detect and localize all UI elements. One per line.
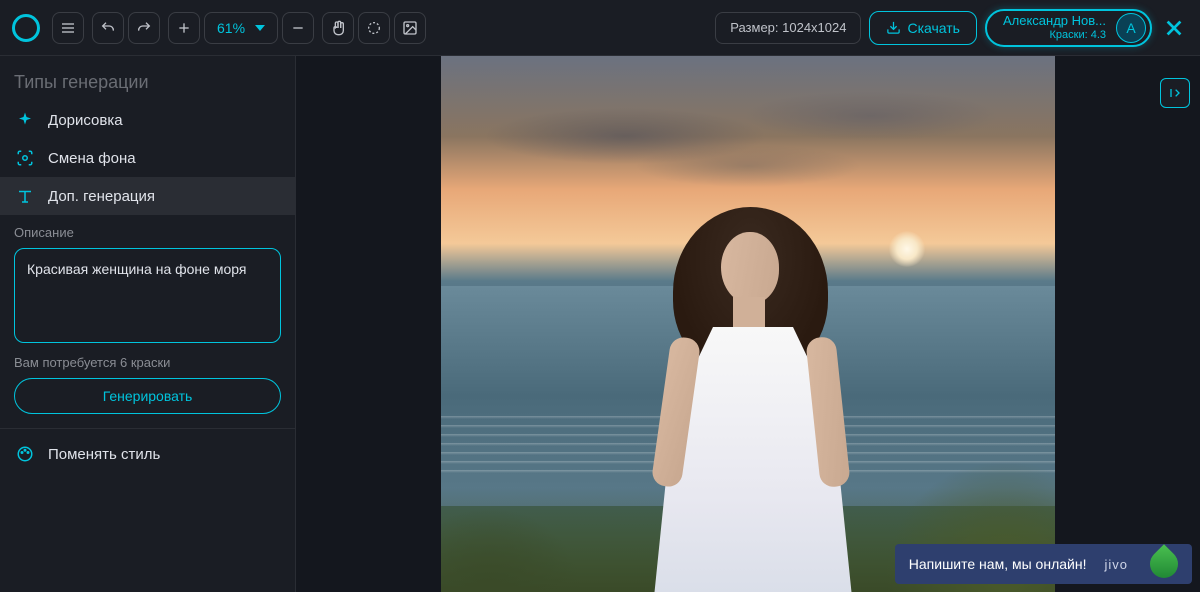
user-account-chip[interactable]: Александр Нов... Краски: 4.3 А [985,9,1152,47]
left-sidebar: Типы генерации Дорисовка Смена фона Доп.… [0,56,296,592]
generate-button[interactable]: Генерировать [14,378,281,414]
text-icon [16,187,34,205]
sidebar-item-label: Доп. генерация [48,188,155,205]
prompt-field-wrapper [14,248,281,343]
top-toolbar: 61% Размер: 1024x1024 Скачать Александр … [0,0,1200,56]
user-name: Александр Нов... [1003,14,1106,28]
palette-icon [16,445,34,463]
download-button[interactable]: Скачать [869,11,977,45]
zoom-level-display[interactable]: 61% [204,12,278,44]
canvas-size-display: Размер: 1024x1024 [715,12,861,44]
user-paints: Краски: 4.3 [1049,29,1106,41]
menu-button[interactable] [52,12,84,44]
sidebar-item-inpaint[interactable]: Дорисовка [0,101,295,139]
sidebar-item-label: Поменять стиль [48,446,160,463]
redo-button[interactable] [128,12,160,44]
chat-text: Напишите нам, мы онлайн! [909,556,1087,572]
download-label: Скачать [907,20,960,36]
pan-tool-button[interactable] [322,12,354,44]
zoom-in-button[interactable] [168,12,200,44]
sidebar-item-background[interactable]: Смена фона [0,139,295,177]
app-logo[interactable] [12,14,40,42]
select-tool-button[interactable] [358,12,390,44]
avatar: А [1116,13,1146,43]
sidebar-item-label: Дорисовка [48,112,123,129]
right-panel-toggle[interactable] [1160,78,1190,108]
leaf-icon [1144,544,1184,584]
sidebar-item-extra-gen[interactable]: Доп. генерация [0,177,295,215]
focus-icon [16,149,34,167]
description-label: Описание [0,215,295,248]
generated-image [441,56,1055,592]
image-tool-button[interactable] [394,12,426,44]
prompt-textarea[interactable] [27,261,268,325]
sparkle-icon [16,111,34,129]
sidebar-item-label: Смена фона [48,150,136,167]
cost-info: Вам потребуется 6 краски [0,343,295,378]
chat-widget[interactable]: Напишите нам, мы онлайн! jivo [895,544,1192,584]
chevron-down-icon [255,25,265,31]
close-button[interactable] [1160,14,1188,42]
undo-button[interactable] [92,12,124,44]
chat-brand: jivo [1104,557,1128,572]
generation-types-title: Типы генерации [0,56,295,101]
sidebar-item-style[interactable]: Поменять стиль [0,428,295,473]
zoom-value: 61% [217,20,245,36]
zoom-out-button[interactable] [282,12,314,44]
canvas-area[interactable] [296,56,1200,592]
